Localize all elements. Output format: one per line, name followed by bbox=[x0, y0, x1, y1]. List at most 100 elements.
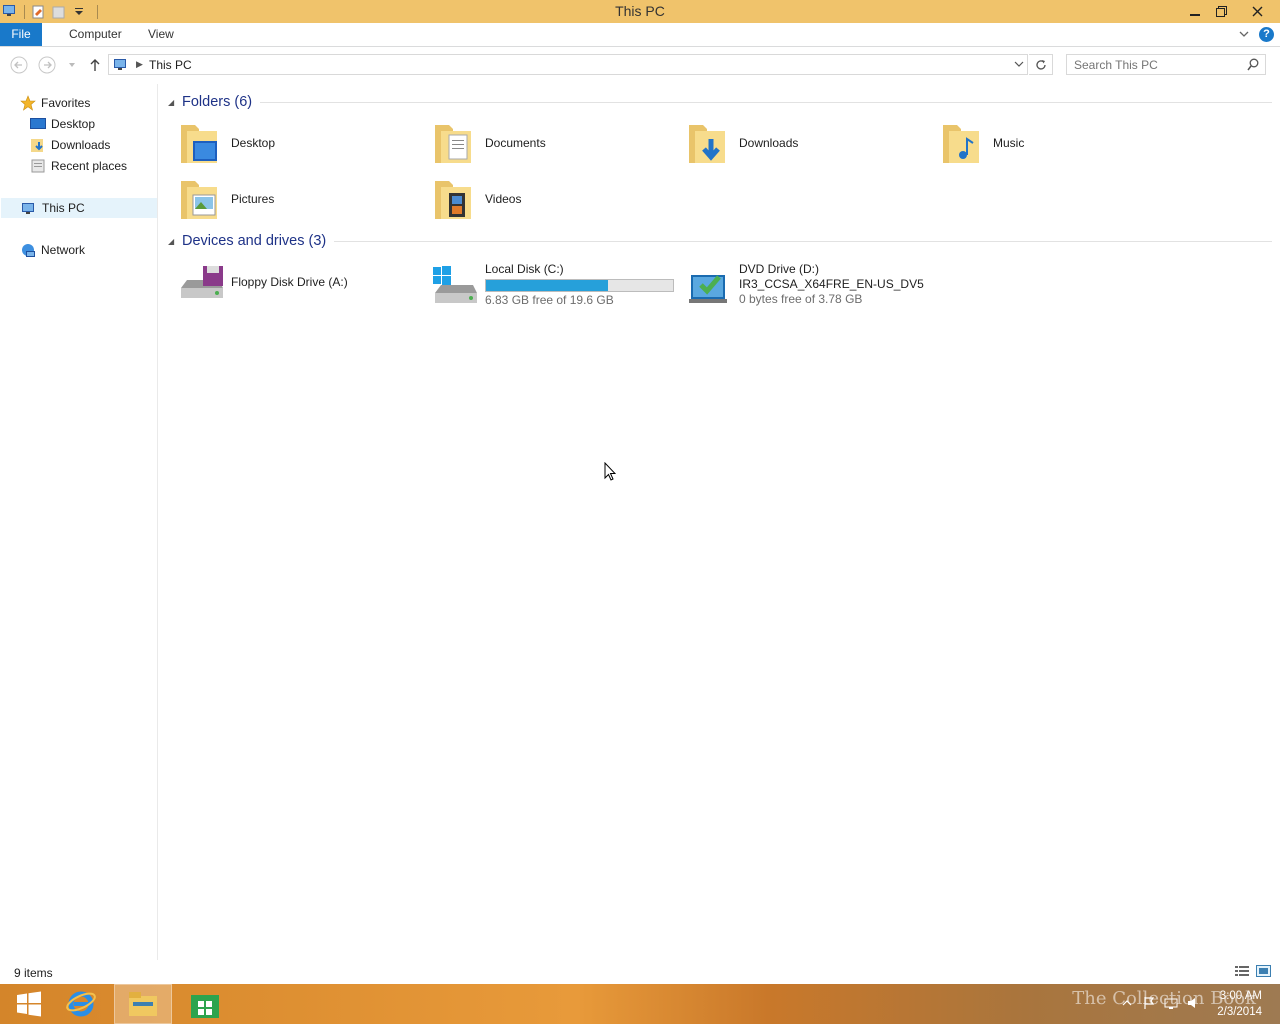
taskbar-store[interactable] bbox=[176, 984, 234, 1024]
drive-dvd-d[interactable]: DVD Drive (D:) IR3_CCSA_X64FRE_EN-US_DV5… bbox=[685, 259, 935, 315]
this-pc-icon bbox=[113, 57, 129, 75]
network-tray-icon[interactable] bbox=[1164, 996, 1178, 1010]
documents-folder-icon bbox=[431, 119, 479, 167]
store-icon bbox=[191, 995, 219, 1018]
taskbar-internet-explorer[interactable] bbox=[52, 984, 110, 1024]
clock[interactable]: 3:00 AM 2/3/2014 bbox=[1217, 988, 1262, 1020]
nav-item-label: Recent places bbox=[51, 159, 128, 173]
internet-explorer-icon bbox=[66, 991, 96, 1017]
music-folder-icon bbox=[939, 119, 987, 167]
tab-computer[interactable]: Computer bbox=[69, 23, 122, 46]
refresh-button[interactable] bbox=[1029, 54, 1053, 75]
collapse-triangle-icon[interactable]: ◢ bbox=[168, 237, 182, 246]
collapse-triangle-icon[interactable]: ◢ bbox=[168, 98, 182, 107]
nav-favorites-label: Favorites bbox=[41, 96, 91, 110]
taskbar: The Collection Book 3:00 AM 2/3/2014 bbox=[0, 984, 1280, 1024]
folders-group-header[interactable]: ◢ Folders (6) bbox=[168, 94, 1272, 110]
title-bar: This PC bbox=[0, 0, 1280, 23]
nav-favorites[interactable]: Favorites bbox=[20, 93, 90, 113]
drive-volume-label: IR3_CCSA_X64FRE_EN-US_DV5 bbox=[739, 277, 924, 291]
close-button[interactable] bbox=[1234, 0, 1280, 23]
expand-ribbon-icon[interactable] bbox=[1239, 28, 1249, 42]
nav-item-downloads[interactable]: Downloads bbox=[30, 135, 110, 155]
search-box[interactable] bbox=[1066, 54, 1266, 75]
nav-item-label: Network bbox=[41, 243, 86, 257]
group-title: Folders (6) bbox=[182, 94, 253, 110]
group-divider bbox=[334, 240, 1272, 242]
nav-item-label: Downloads bbox=[51, 138, 111, 152]
volume-icon[interactable] bbox=[1186, 996, 1200, 1010]
recent-locations-icon[interactable] bbox=[63, 56, 81, 74]
action-center-flag-icon[interactable] bbox=[1142, 996, 1156, 1010]
folder-downloads[interactable]: Downloads bbox=[685, 115, 935, 171]
folder-label: Pictures bbox=[231, 192, 275, 206]
nav-item-label: Desktop bbox=[51, 117, 96, 131]
network-icon bbox=[20, 242, 36, 258]
videos-folder-icon bbox=[431, 175, 479, 223]
drive-floppy[interactable]: Floppy Disk Drive (A:) bbox=[177, 254, 427, 310]
star-icon bbox=[20, 95, 36, 111]
details-view-icon[interactable] bbox=[1234, 965, 1250, 981]
nav-item-this-pc[interactable]: This PC bbox=[1, 198, 157, 218]
windows-logo-icon bbox=[17, 991, 41, 1017]
folder-documents[interactable]: Documents bbox=[431, 115, 681, 171]
address-dropdown-icon[interactable] bbox=[1014, 59, 1024, 71]
folder-label: Music bbox=[993, 136, 1025, 150]
drive-free-space: 6.83 GB free of 19.6 GB bbox=[485, 293, 614, 307]
start-button[interactable] bbox=[0, 984, 58, 1024]
folder-label: Downloads bbox=[739, 136, 799, 150]
tab-file[interactable]: File bbox=[0, 23, 42, 46]
recent-places-icon bbox=[30, 158, 46, 174]
drive-label: Floppy Disk Drive (A:) bbox=[231, 275, 348, 289]
floppy-drive-icon bbox=[177, 258, 225, 306]
dvd-drive-icon bbox=[685, 263, 733, 311]
desktop-folder-icon bbox=[177, 119, 225, 167]
clock-time: 3:00 AM bbox=[1219, 990, 1262, 1002]
folder-label: Documents bbox=[485, 136, 546, 150]
folder-videos[interactable]: Videos bbox=[431, 171, 681, 227]
system-tray bbox=[1120, 996, 1200, 1010]
nav-item-label: This PC bbox=[42, 201, 85, 215]
window-title: This PC bbox=[615, 3, 665, 19]
forward-button[interactable] bbox=[38, 56, 56, 74]
taskbar-file-explorer[interactable] bbox=[114, 984, 172, 1024]
help-icon[interactable]: ? bbox=[1259, 27, 1274, 42]
content-pane: ◢ Folders (6) Desktop Documents Download… bbox=[160, 84, 1280, 960]
downloads-folder-icon bbox=[685, 119, 733, 167]
this-pc-icon bbox=[21, 200, 37, 216]
breadcrumb-chevron-icon[interactable]: ▶ bbox=[136, 59, 143, 70]
search-icon[interactable] bbox=[1247, 58, 1259, 74]
folder-pictures[interactable]: Pictures bbox=[177, 171, 427, 227]
folder-music[interactable]: Music bbox=[939, 115, 1189, 171]
search-input[interactable] bbox=[1067, 55, 1237, 74]
file-explorer-icon bbox=[129, 992, 157, 1016]
clock-date: 2/3/2014 bbox=[1217, 1006, 1262, 1018]
tab-view[interactable]: View bbox=[148, 23, 174, 46]
drive-label: Local Disk (C:) bbox=[485, 262, 564, 276]
nav-item-desktop[interactable]: Desktop bbox=[30, 114, 95, 134]
folder-desktop[interactable]: Desktop bbox=[177, 115, 427, 171]
downloads-icon bbox=[30, 137, 46, 153]
ribbon-tabs: File Computer View ? bbox=[0, 23, 1280, 47]
nav-item-network[interactable]: Network bbox=[20, 240, 85, 260]
back-button[interactable] bbox=[10, 56, 28, 74]
address-bar[interactable]: ▶ This PC bbox=[108, 54, 1028, 75]
breadcrumb-this-pc[interactable]: This PC bbox=[149, 58, 192, 72]
large-icons-view-icon[interactable] bbox=[1256, 965, 1272, 981]
folder-label: Desktop bbox=[231, 136, 276, 150]
disk-usage-bar bbox=[485, 279, 674, 292]
drives-group-header[interactable]: ◢ Devices and drives (3) bbox=[168, 233, 1272, 249]
restore-button[interactable] bbox=[1208, 0, 1234, 23]
desktop-icon bbox=[30, 116, 46, 132]
group-divider bbox=[260, 101, 1272, 103]
drive-local-disk-c[interactable]: Local Disk (C:) 6.83 GB free of 19.6 GB bbox=[431, 259, 681, 315]
group-title: Devices and drives (3) bbox=[182, 233, 327, 249]
drive-free-space: 0 bytes free of 3.78 GB bbox=[739, 292, 863, 306]
show-hidden-icons-icon[interactable] bbox=[1120, 996, 1134, 1010]
up-button[interactable] bbox=[86, 56, 104, 74]
window-controls bbox=[1182, 0, 1280, 23]
status-bar: 9 items bbox=[0, 960, 1280, 984]
nav-item-recent-places[interactable]: Recent places bbox=[30, 156, 127, 176]
minimize-button[interactable] bbox=[1182, 0, 1208, 23]
drive-label: DVD Drive (D:) bbox=[739, 262, 819, 276]
